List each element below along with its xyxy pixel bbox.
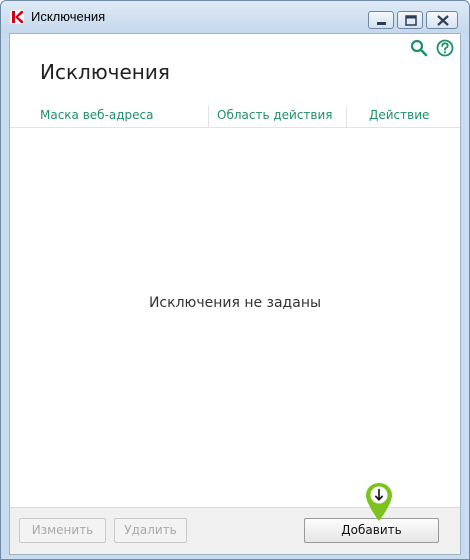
title-bar[interactable]: Исключения bbox=[1, 1, 469, 33]
column-header-scope[interactable]: Область действия bbox=[217, 108, 333, 122]
column-header-url-mask[interactable]: Маска веб-адреса bbox=[40, 108, 154, 122]
search-icon[interactable] bbox=[410, 39, 428, 57]
close-button[interactable] bbox=[426, 11, 458, 29]
minimize-icon bbox=[377, 22, 386, 25]
close-icon bbox=[437, 15, 449, 26]
column-header-action[interactable]: Действие bbox=[369, 108, 429, 122]
column-separator[interactable] bbox=[346, 106, 347, 128]
page-title: Исключения bbox=[40, 60, 170, 84]
edit-button[interactable]: Изменить bbox=[19, 518, 106, 543]
empty-list-message: Исключения не заданы bbox=[148, 295, 322, 311]
minimize-button[interactable] bbox=[368, 11, 394, 29]
kaspersky-logo-icon bbox=[10, 10, 24, 24]
delete-button[interactable]: Удалить bbox=[114, 518, 187, 543]
location-pin-icon bbox=[366, 483, 392, 521]
main-panel: Исключения Маска веб-адреса Область дейс… bbox=[9, 33, 461, 555]
maximize-button[interactable] bbox=[397, 11, 423, 29]
app-window: Исключения Исключения Маска веб-адреса О… bbox=[0, 0, 470, 560]
window-title: Исключения bbox=[31, 9, 106, 24]
maximize-icon bbox=[405, 15, 417, 26]
help-icon[interactable] bbox=[436, 39, 454, 57]
column-separator[interactable] bbox=[208, 106, 209, 128]
table-header: Маска веб-адреса Область действия Действ… bbox=[10, 104, 460, 128]
